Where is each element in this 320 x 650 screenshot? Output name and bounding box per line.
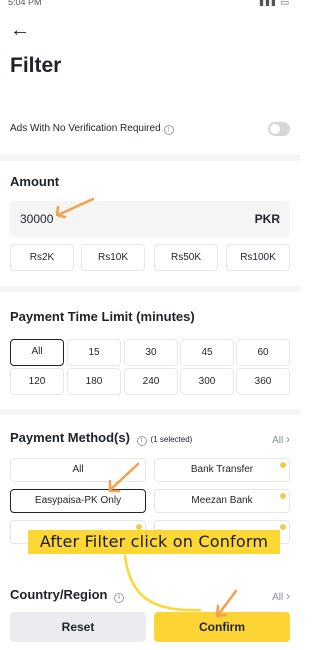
country-all-link[interactable]: All › bbox=[272, 589, 290, 603]
promo-dot-icon bbox=[280, 524, 286, 530]
section-divider bbox=[0, 286, 300, 292]
no-verification-row: Ads With No Verification Required i bbox=[10, 120, 290, 140]
no-verification-toggle[interactable] bbox=[268, 122, 290, 136]
method-option-easypaisa[interactable]: Easypaisa-PK Only bbox=[10, 489, 146, 513]
info-icon[interactable]: i bbox=[163, 125, 174, 135]
payment-method-title: Payment Method(s) i (1 selected) bbox=[10, 430, 193, 446]
amount-value: 30000 bbox=[20, 212, 54, 226]
amount-input[interactable]: 30000 PKR bbox=[10, 201, 290, 237]
section-divider bbox=[0, 409, 300, 415]
time-option-360[interactable]: 360 bbox=[236, 368, 290, 395]
back-arrow-icon[interactable]: ← bbox=[10, 20, 30, 40]
time-option-180[interactable]: 180 bbox=[67, 368, 121, 395]
toggle-knob bbox=[270, 124, 280, 134]
time-option-60[interactable]: 60 bbox=[236, 339, 290, 366]
time-option-300[interactable]: 300 bbox=[180, 368, 234, 395]
method-option-bank-transfer[interactable]: Bank Transfer bbox=[154, 458, 290, 482]
amount-preset-10k[interactable]: Rs10K bbox=[81, 244, 145, 271]
status-bar: 5:04 PM ▮▮▮ ▭ bbox=[0, 0, 300, 8]
amount-currency: PKR bbox=[254, 212, 280, 226]
annotation-curve bbox=[123, 554, 202, 612]
country-region-title: Country/Region i bbox=[10, 587, 125, 603]
info-icon[interactable]: i bbox=[136, 436, 147, 446]
confirm-button[interactable]: Confirm bbox=[154, 612, 290, 642]
payment-method-all-link[interactable]: All › bbox=[272, 432, 290, 446]
time-option-all[interactable]: All bbox=[10, 339, 64, 366]
amount-title: Amount bbox=[10, 174, 60, 189]
time-option-240[interactable]: 240 bbox=[124, 368, 178, 395]
info-icon[interactable]: i bbox=[114, 593, 125, 603]
promo-dot-icon bbox=[280, 493, 286, 499]
payment-time-title: Payment Time Limit (minutes) bbox=[10, 309, 195, 324]
promo-dot-icon bbox=[280, 462, 286, 468]
status-time: 5:04 PM bbox=[8, 0, 42, 7]
no-verification-label: Ads With No Verification Required i bbox=[10, 123, 174, 135]
reset-button[interactable]: Reset bbox=[10, 612, 146, 642]
method-option-all[interactable]: All bbox=[10, 458, 146, 482]
section-divider bbox=[0, 155, 300, 161]
method-option-meezan-bank[interactable]: Meezan Bank bbox=[154, 489, 290, 513]
time-option-45[interactable]: 45 bbox=[180, 339, 234, 366]
status-icons: ▮▮▮ ▭ bbox=[259, 0, 290, 7]
selected-count: (1 selected) bbox=[150, 435, 193, 444]
page-title: Filter bbox=[10, 54, 62, 77]
time-option-15[interactable]: 15 bbox=[67, 339, 121, 366]
chevron-right-icon: › bbox=[286, 432, 290, 446]
amount-preset-50k[interactable]: Rs50K bbox=[154, 244, 218, 271]
amount-preset-100k[interactable]: Rs100K bbox=[226, 244, 290, 271]
chevron-right-icon: › bbox=[286, 589, 290, 603]
time-option-30[interactable]: 30 bbox=[124, 339, 178, 366]
amount-preset-2k[interactable]: Rs2K bbox=[10, 244, 74, 271]
time-option-120[interactable]: 120 bbox=[10, 368, 64, 395]
annotation-banner: After Filter click on Conform bbox=[28, 530, 280, 554]
